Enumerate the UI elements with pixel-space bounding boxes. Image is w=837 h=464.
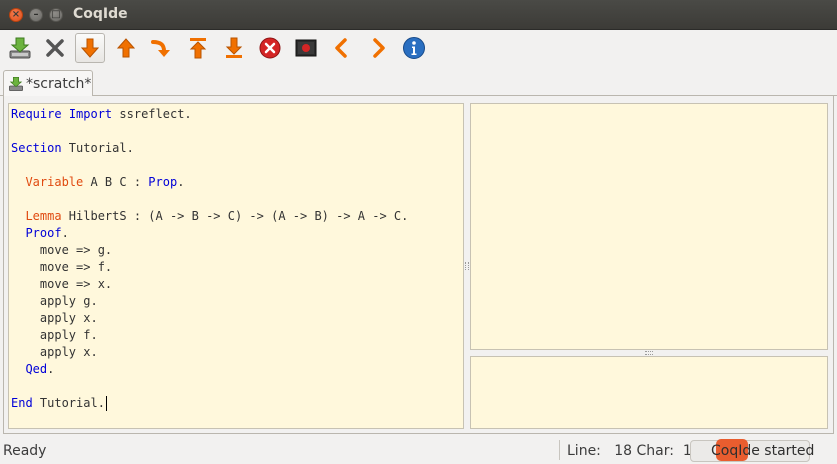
code-text: . xyxy=(177,175,185,189)
save-icon xyxy=(9,37,31,59)
code-keyword: Variable xyxy=(25,175,84,189)
go-to-end-button[interactable] xyxy=(219,33,249,63)
next-button[interactable] xyxy=(363,33,393,63)
horizontal-pane-splitter[interactable] xyxy=(645,351,653,355)
toolbar xyxy=(0,30,837,66)
editor-line: Require Import ssreflect. xyxy=(11,106,461,123)
code-text: move => f. xyxy=(11,260,113,274)
status-bar: Ready Line: 18 Char: 14 CoqIde started xyxy=(0,437,837,464)
restart-button[interactable] xyxy=(291,33,321,63)
go-to-cursor-icon xyxy=(151,40,170,57)
editor-line: Lemma HilbertS : (A -> B -> C) -> (A -> … xyxy=(11,208,461,225)
editor-line: move => g. xyxy=(11,242,461,259)
minimize-icon: – xyxy=(33,9,39,20)
maximize-icon: □ xyxy=(51,9,61,20)
code-keyword: End xyxy=(11,396,33,410)
code-text: apply g. xyxy=(11,294,98,308)
editor-line: move => f. xyxy=(11,259,461,276)
code-keyword: Qed xyxy=(25,362,48,376)
goals-pane xyxy=(470,103,828,350)
interrupt-icon xyxy=(259,37,281,59)
tab-label: *scratch* xyxy=(26,76,92,92)
window-maximize-button[interactable]: □ xyxy=(49,8,63,22)
code-keyword: Prop xyxy=(148,175,178,189)
close-x-icon: × xyxy=(11,9,21,20)
code-keyword: Section xyxy=(11,141,62,155)
code-text: move => g. xyxy=(11,243,113,257)
forward-one-button[interactable] xyxy=(75,33,105,63)
about-button[interactable] xyxy=(399,33,429,63)
window-minimize-button[interactable]: – xyxy=(29,8,43,22)
code-text: A B C : xyxy=(83,175,149,189)
code-text: . xyxy=(61,226,69,240)
close-icon xyxy=(46,39,64,57)
save-icon xyxy=(9,77,23,91)
forward-one-icon xyxy=(80,38,100,58)
window-title: CoqIde xyxy=(73,6,128,22)
code-text: HilbertS : (A -> B -> C) -> (A -> B) -> … xyxy=(61,209,409,223)
coqide-window: × – □ CoqIde *scratch* Require Import ss… xyxy=(0,0,837,464)
title-bar: × – □ CoqIde xyxy=(0,0,837,30)
go-to-end-icon xyxy=(225,37,243,58)
code-keyword: Lemma xyxy=(25,209,62,223)
editor-line: move => x. xyxy=(11,276,461,293)
cursor-position: Line: 18 Char: 14 xyxy=(567,443,701,459)
code-text: Tutorial. xyxy=(61,141,134,155)
interrupt-button[interactable] xyxy=(255,33,285,63)
window-close-button[interactable]: × xyxy=(9,8,23,22)
code-text: apply x. xyxy=(11,345,98,359)
previous-icon xyxy=(335,38,347,58)
backward-one-icon xyxy=(116,38,136,58)
script-editor[interactable]: Require Import ssreflect. Section Tutoria… xyxy=(8,103,464,429)
about-icon xyxy=(403,37,425,59)
editor-line: Variable A B C : Prop. xyxy=(11,174,461,191)
go-to-start-icon xyxy=(189,38,207,59)
editor-line: Proof. xyxy=(11,225,461,242)
code-text: . xyxy=(47,362,55,376)
status-separator xyxy=(559,440,560,460)
code-keyword: Import xyxy=(68,107,113,121)
close-buffer-button[interactable] xyxy=(40,33,70,63)
editor-line: End Tutorial. xyxy=(11,395,461,412)
editor-line: apply f. xyxy=(11,327,461,344)
tab-scratch[interactable]: *scratch* xyxy=(3,70,93,97)
restart-icon xyxy=(295,39,317,57)
save-button[interactable] xyxy=(5,33,35,63)
editor-line: Section Tutorial. xyxy=(11,140,461,157)
status-ready-text: Ready xyxy=(3,443,47,459)
code-keyword: Proof xyxy=(25,226,62,240)
text-cursor xyxy=(105,396,107,411)
code-text: Tutorial. xyxy=(32,396,105,410)
messages-pane xyxy=(470,356,828,429)
vertical-pane-splitter[interactable] xyxy=(465,262,469,270)
code-text: apply x. xyxy=(11,311,98,325)
go-to-start-button[interactable] xyxy=(183,33,213,63)
editor-line: apply g. xyxy=(11,293,461,310)
code-keyword: Require xyxy=(11,107,62,121)
code-text: move => x. xyxy=(11,277,113,291)
editor-line: Qed. xyxy=(11,361,461,378)
editor-line: apply x. xyxy=(11,310,461,327)
next-icon xyxy=(373,38,385,58)
backward-one-button[interactable] xyxy=(111,33,141,63)
tab-bar: *scratch* xyxy=(0,66,837,97)
go-to-cursor-button[interactable] xyxy=(146,33,176,63)
editor-line: apply x. xyxy=(11,344,461,361)
code-text: ssreflect. xyxy=(112,107,192,121)
code-text: apply f. xyxy=(11,328,98,342)
previous-button[interactable] xyxy=(327,33,357,63)
status-message: CoqIde started xyxy=(711,443,815,459)
